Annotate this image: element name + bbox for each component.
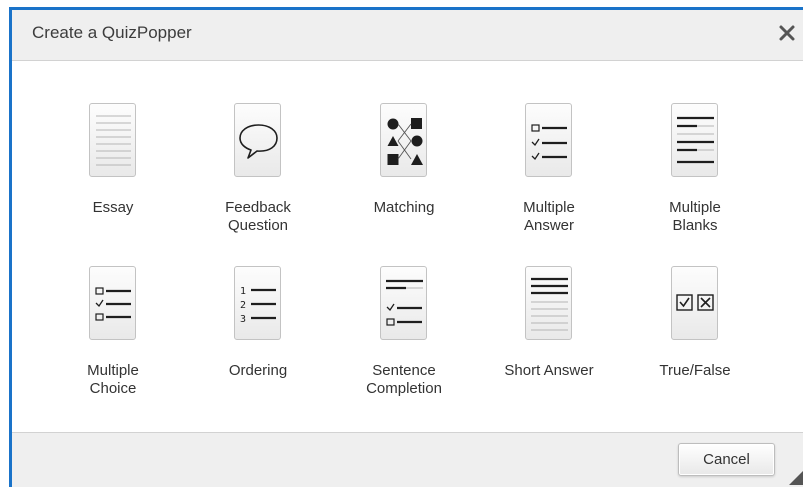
tile-label: Multiple Blanks [669, 199, 721, 234]
tile-label: Short Answer [504, 362, 594, 379]
tile-feedback-question[interactable]: Feedback Question [188, 103, 328, 263]
tile-true-false[interactable]: True/False [625, 266, 765, 426]
tile-multiple-choice[interactable]: Multiple Choice [43, 266, 183, 426]
tile-label: Matching [373, 199, 435, 216]
tile-multiple-blanks[interactable]: Multiple Blanks [625, 103, 765, 263]
tile-sentence-completion[interactable]: Sentence Completion [334, 266, 474, 426]
quizpopper-dialog: Create a QuizPopper Essay Feedback Quest… [9, 7, 803, 487]
multiple-blanks-icon [671, 103, 718, 177]
tile-label: Essay [92, 199, 134, 216]
essay-icon [89, 103, 136, 177]
tile-ordering[interactable]: 1 2 3 Ordering [188, 266, 328, 426]
tile-label: True/False [659, 362, 731, 379]
dialog-footer: Cancel [12, 432, 803, 487]
question-type-grid: Essay Feedback Question Matching Multipl… [12, 61, 803, 433]
multiple-answer-icon [525, 103, 572, 177]
tile-label: Multiple Answer [523, 199, 575, 234]
ordering-number: 1 [240, 286, 246, 297]
tile-label: Feedback Question [225, 199, 291, 234]
tile-label: Sentence Completion [366, 362, 442, 397]
multiple-choice-icon [89, 266, 136, 340]
tile-matching[interactable]: Matching [334, 103, 474, 263]
close-icon[interactable] [777, 23, 797, 43]
dialog-title: Create a QuizPopper [32, 23, 192, 42]
ordering-number: 2 [240, 300, 246, 311]
speech-bubble-icon [234, 103, 281, 177]
tile-label: Multiple Choice [87, 362, 139, 397]
short-answer-icon [525, 266, 572, 340]
cancel-button[interactable]: Cancel [678, 443, 775, 476]
resize-grip-icon[interactable] [787, 469, 803, 485]
tile-essay[interactable]: Essay [43, 103, 183, 263]
tile-multiple-answer[interactable]: Multiple Answer [479, 103, 619, 263]
tile-short-answer[interactable]: Short Answer [479, 266, 619, 426]
ordering-number: 3 [240, 314, 246, 325]
true-false-icon [671, 266, 718, 340]
sentence-completion-icon [380, 266, 427, 340]
matching-icon [380, 103, 427, 177]
dialog-titlebar: Create a QuizPopper [12, 10, 803, 61]
tile-label: Ordering [228, 362, 288, 379]
ordering-icon: 1 2 3 [234, 266, 281, 340]
